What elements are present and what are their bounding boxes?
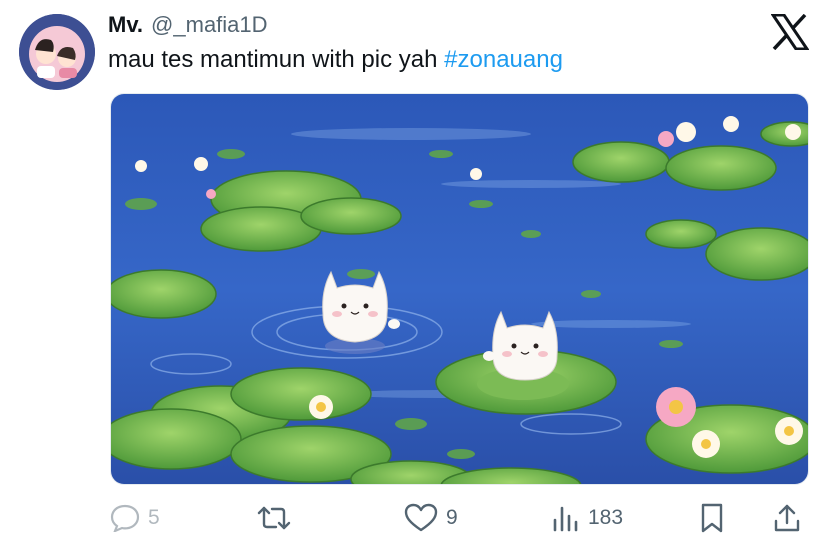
- avatar-image: [19, 14, 95, 90]
- action-bar: 5 9 183: [0, 496, 827, 540]
- reply-button[interactable]: 5: [110, 496, 160, 540]
- x-logo-icon[interactable]: [770, 13, 810, 51]
- view-count: 183: [588, 506, 624, 529]
- retweet-icon: [256, 504, 292, 532]
- bar-chart-icon: [552, 504, 580, 532]
- heart-icon: [404, 503, 438, 533]
- tweet-header: Mv. @_mafia1D: [108, 12, 268, 44]
- user-handle[interactable]: @_mafia1D: [151, 12, 268, 38]
- tweet-text: mau tes mantimun with pic yah #zonauang: [108, 46, 563, 74]
- display-name[interactable]: Mv.: [108, 12, 143, 38]
- retweet-button[interactable]: [256, 496, 300, 540]
- tweet-card[interactable]: Mv. @_mafia1D mau tes mantimun with pic …: [0, 0, 827, 554]
- tweet-body: mau tes mantimun with pic yah: [108, 46, 438, 73]
- pond-illustration: [111, 94, 808, 484]
- hashtag-link[interactable]: #zonauang: [444, 46, 563, 73]
- tweet-media-image[interactable]: [110, 93, 809, 485]
- views-button[interactable]: 183: [552, 496, 623, 540]
- reply-count: 5: [148, 506, 160, 529]
- share-button[interactable]: [772, 496, 802, 540]
- bookmark-button[interactable]: [700, 496, 724, 540]
- avatar[interactable]: [19, 14, 95, 90]
- share-upload-icon: [772, 503, 802, 533]
- like-button[interactable]: 9: [404, 496, 458, 540]
- like-count: 9: [446, 506, 458, 529]
- bookmark-icon: [700, 503, 724, 533]
- speech-bubble-icon: [110, 504, 140, 532]
